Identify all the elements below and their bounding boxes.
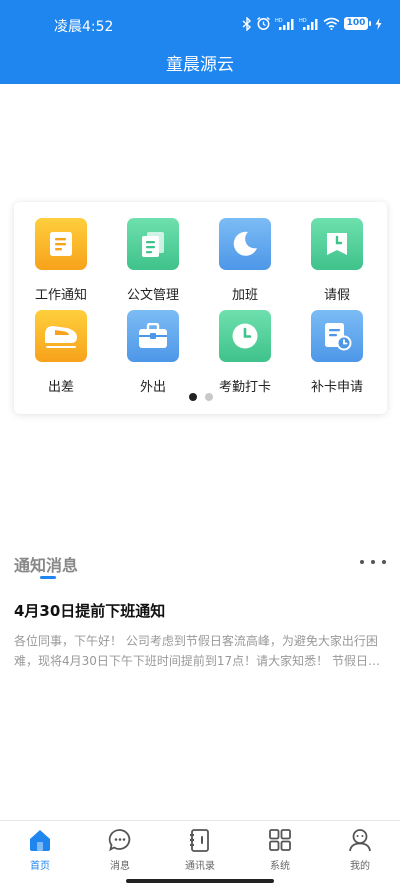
bottom-tab-bar: 首页 消息 通讯录 系统 我的 — [0, 820, 400, 888]
tab-label: 通讯录 — [185, 861, 215, 872]
tab-home[interactable]: 首页 — [0, 827, 80, 872]
signal-hd-icon: HD — [275, 18, 294, 30]
tab-profile[interactable]: 我的 — [320, 827, 400, 872]
profile-icon — [320, 827, 400, 853]
files-icon — [127, 218, 179, 270]
contacts-icon — [160, 827, 240, 853]
tab-system[interactable]: 系统 — [240, 827, 320, 872]
tab-label: 消息 — [110, 861, 130, 872]
home-indicator — [126, 879, 274, 883]
func-document-management[interactable]: 公文管理 — [108, 218, 198, 303]
home-icon — [0, 827, 80, 853]
func-label: 公文管理 — [126, 288, 179, 303]
grid-icon — [240, 827, 320, 853]
func-attendance-clock[interactable]: 考勤打卡 — [200, 310, 290, 395]
tab-label: 我的 — [350, 861, 370, 872]
func-label: 加班 — [231, 288, 258, 303]
card-apply-icon — [311, 310, 363, 362]
moon-icon — [219, 218, 271, 270]
tab-label: 首页 — [30, 861, 50, 872]
battery-level: 100 — [344, 17, 368, 30]
clock-icon — [219, 310, 271, 362]
briefcase-icon — [127, 310, 179, 362]
status-time: 凌晨4:52 — [54, 19, 114, 35]
status-bar: 凌晨4:52 HD HD 100 — [0, 14, 400, 38]
func-label: 工作通知 — [34, 288, 87, 303]
tab-messages[interactable]: 消息 — [80, 827, 160, 872]
more-icon[interactable] — [360, 552, 386, 572]
pager-dot-1[interactable] — [188, 393, 197, 401]
notice-item-body[interactable]: 各位同事，下午好！ 公司考虑到节假日客流高峰，为避免大家出行困难，现将4月30日… — [14, 631, 386, 671]
tab-contacts[interactable]: 通讯录 — [160, 827, 240, 872]
notice-section-header: 通知消息 — [14, 552, 386, 582]
func-card-supplement[interactable]: 补卡申请 — [292, 310, 382, 395]
notice-tab-indicator — [40, 576, 56, 579]
func-work-notice[interactable]: 工作通知 — [16, 218, 106, 303]
func-business-trip[interactable]: 出差 — [16, 310, 106, 395]
train-icon — [35, 310, 87, 362]
func-label: 请假 — [323, 288, 350, 303]
bluetooth-icon — [242, 16, 252, 31]
chat-icon — [80, 827, 160, 853]
battery-icon: 100 — [344, 17, 371, 30]
func-going-out[interactable]: 外出 — [108, 310, 198, 395]
tab-label: 系统 — [270, 861, 290, 872]
pager-dot-2[interactable] — [204, 393, 213, 401]
grid-pager — [14, 393, 387, 401]
func-leave[interactable]: 请假 — [292, 218, 382, 303]
leave-calendar-icon — [311, 218, 363, 270]
charging-icon — [375, 17, 382, 30]
status-icons: HD HD 100 — [242, 16, 382, 31]
document-icon — [35, 218, 87, 270]
notice-section-title: 通知消息 — [14, 556, 79, 575]
wifi-icon — [323, 17, 340, 30]
func-overtime[interactable]: 加班 — [200, 218, 290, 303]
signal-hd-icon-2: HD — [299, 18, 318, 30]
function-grid-card: 工作通知 公文管理 加班 请假 出差 外出 考勤打卡 补卡申请 — [14, 202, 387, 414]
alarm-icon — [257, 16, 270, 30]
app-header: 凌晨4:52 HD HD 100 童晨源云 — [0, 0, 400, 84]
notice-item-title[interactable]: 4月30日提前下班通知 — [14, 600, 386, 621]
svg-text:HD: HD — [275, 18, 283, 24]
app-title: 童晨源云 — [166, 55, 234, 75]
svg-text:HD: HD — [299, 18, 307, 24]
